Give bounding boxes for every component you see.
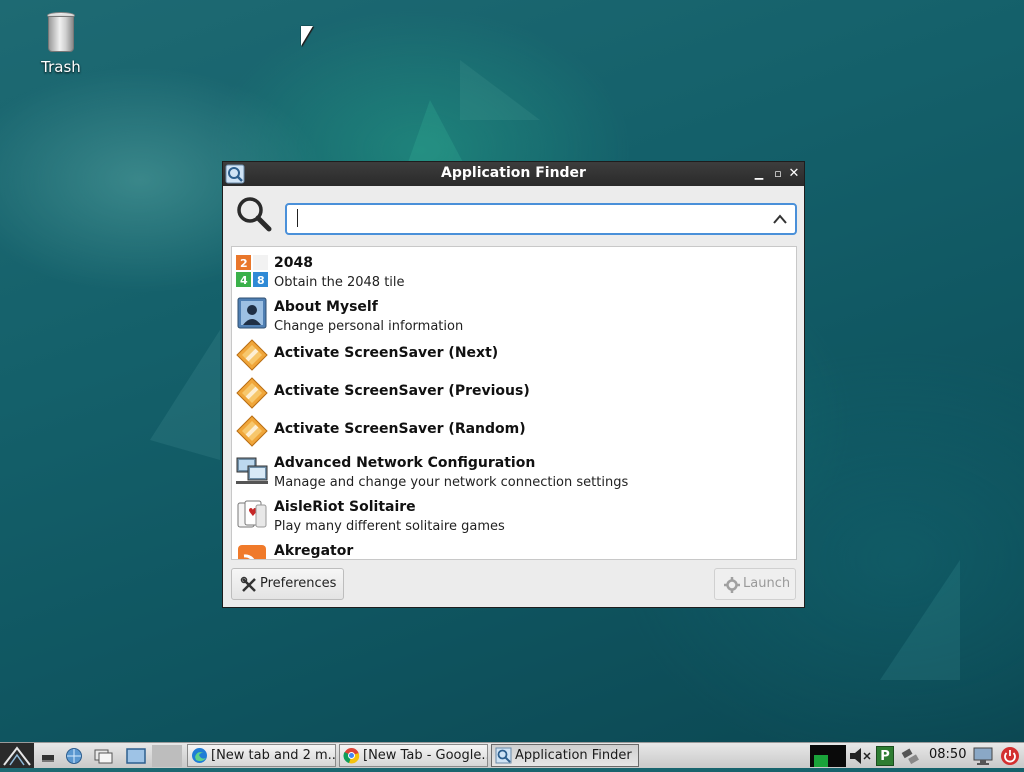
svg-text:2: 2: [240, 257, 248, 270]
launch-button[interactable]: Launch: [714, 568, 796, 600]
app-name: 2048: [274, 255, 313, 271]
chrome-icon: [343, 748, 360, 764]
start-menu-icon: [3, 746, 31, 766]
window-titlebar[interactable]: Application Finder ▁ ▫ ✕: [223, 162, 804, 186]
power-icon[interactable]: [1000, 746, 1020, 766]
wallpaper-shard: [150, 330, 220, 460]
minimize-button[interactable]: ▁: [750, 165, 768, 183]
task-label: Application Finder: [515, 748, 632, 763]
preferences-button[interactable]: Preferences: [231, 568, 344, 600]
list-item[interactable]: 2 4 8 2048 Obtain the 2048 tile: [232, 251, 796, 291]
2048-icon: 2 4 8: [236, 255, 268, 287]
list-item[interactable]: About Myself Change personal information: [232, 295, 796, 335]
list-item[interactable]: Advanced Network Configuration Manage an…: [232, 453, 796, 493]
maximize-icon: ▫: [774, 167, 782, 180]
app-name: Activate ScreenSaver (Next): [274, 345, 499, 361]
preferences-label: Preferences: [260, 576, 337, 591]
app-description: Manage and change your network connectio…: [274, 475, 629, 490]
wallpaper-shard: [880, 560, 960, 680]
launch-label: Launch: [743, 576, 791, 591]
desktop-icon-trash[interactable]: Trash: [34, 12, 88, 76]
show-desktop-icon[interactable]: [38, 747, 58, 765]
screensaver-icon: [236, 377, 268, 409]
tools-icon: [240, 576, 256, 592]
user-icon: [237, 297, 267, 329]
clock[interactable]: 08:50: [929, 747, 966, 762]
app-name: Advanced Network Configuration: [274, 455, 536, 471]
app-name: Activate ScreenSaver (Random): [274, 421, 526, 437]
svg-text:8: 8: [257, 274, 265, 287]
app-finder-window: Application Finder ▁ ▫ ✕ 2 4 8 2048 Obta…: [222, 161, 805, 608]
taskbar: [New tab and 2 m... [New Tab - Google...…: [0, 742, 1024, 768]
terminal-icon[interactable]: [126, 747, 146, 765]
mouse-pointer-icon: [301, 26, 313, 46]
close-icon: ✕: [788, 166, 800, 181]
text-caret: [297, 209, 298, 227]
edge-icon: [192, 748, 207, 763]
gear-icon: [724, 577, 740, 593]
chevron-up-icon[interactable]: [771, 211, 789, 227]
browser-globe-icon[interactable]: [64, 747, 84, 765]
file-manager-icon[interactable]: [94, 747, 114, 765]
app-description: Change personal information: [274, 319, 464, 334]
start-menu-button[interactable]: [0, 743, 34, 768]
desktop-icon-label: Trash: [41, 58, 81, 76]
trash-icon: [47, 12, 75, 52]
wallpaper-shard: [460, 60, 540, 120]
search-row: [231, 192, 797, 240]
list-item[interactable]: ♥ AisleRiot Solitaire Play many differen…: [232, 497, 796, 537]
search-input[interactable]: [285, 203, 797, 235]
network-tray-icon[interactable]: [900, 746, 922, 766]
list-item[interactable]: Activate ScreenSaver (Previous): [232, 377, 796, 417]
application-list[interactable]: 2 4 8 2048 Obtain the 2048 tile About My…: [231, 246, 797, 560]
app-name: Akregator: [274, 543, 354, 559]
close-button[interactable]: ✕: [785, 165, 803, 183]
app-description: Play many different solitaire games: [274, 519, 505, 534]
display-icon[interactable]: [972, 746, 994, 766]
list-item[interactable]: Akregator: [232, 541, 796, 559]
cpu-graph-widget[interactable]: [810, 745, 846, 767]
taskbar-task-edge[interactable]: [New tab and 2 m...: [187, 744, 336, 767]
taskbar-task-chrome[interactable]: [New Tab - Google...: [339, 744, 488, 767]
app-description: Obtain the 2048 tile: [274, 275, 405, 290]
network-icon: [236, 457, 268, 484]
cards-icon: ♥: [237, 500, 267, 528]
list-item[interactable]: Activate ScreenSaver (Random): [232, 415, 796, 455]
app-finder-icon: [495, 747, 512, 764]
taskbar-task-app-finder[interactable]: Application Finder: [491, 744, 639, 767]
list-item[interactable]: Activate ScreenSaver (Next): [232, 339, 796, 379]
taskbar-separator: [152, 745, 182, 767]
parking-icon[interactable]: P: [876, 746, 894, 766]
minimize-icon: ▁: [754, 167, 764, 180]
app-name: Activate ScreenSaver (Previous): [274, 383, 530, 399]
volume-icon[interactable]: [848, 746, 874, 766]
task-label: [New Tab - Google...: [363, 748, 488, 763]
task-label: [New tab and 2 m...: [211, 748, 336, 763]
rss-icon: [238, 545, 266, 559]
search-icon: [237, 197, 272, 232]
app-name: About Myself: [274, 299, 378, 315]
screensaver-icon: [236, 339, 268, 371]
screensaver-icon: [236, 415, 268, 447]
app-name: AisleRiot Solitaire: [274, 499, 416, 515]
dialog-button-row: Preferences Launch: [231, 568, 796, 602]
window-title: Application Finder: [441, 165, 586, 181]
svg-text:4: 4: [240, 274, 248, 287]
